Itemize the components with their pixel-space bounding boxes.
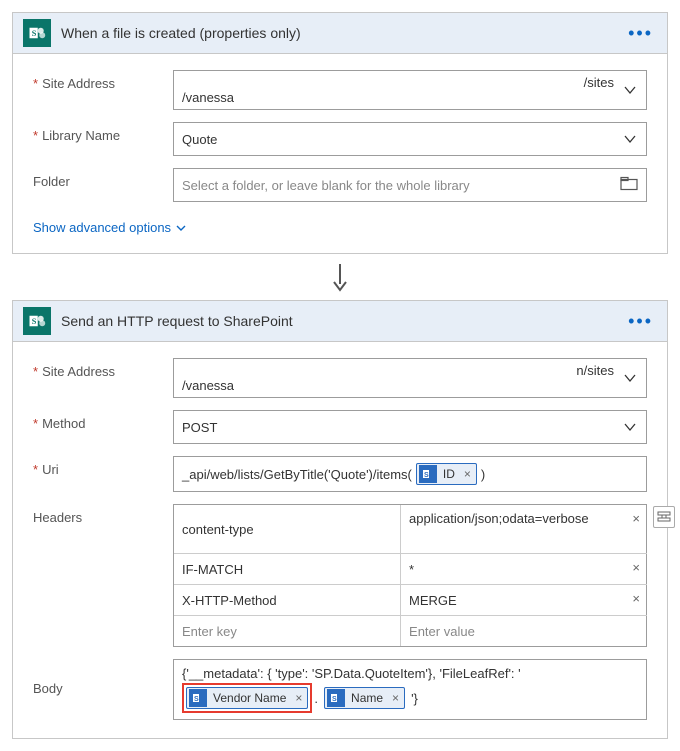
token-id[interactable]: S ID × bbox=[416, 463, 477, 485]
remove-row-icon[interactable]: × bbox=[632, 511, 640, 526]
body-label: Body bbox=[33, 659, 173, 696]
site-address-line1: n/sites bbox=[182, 363, 614, 378]
site-address-line1: /sites bbox=[182, 75, 614, 90]
method-label: Method bbox=[33, 410, 173, 431]
token-remove-icon[interactable]: × bbox=[292, 691, 305, 705]
card-title: When a file is created (properties only) bbox=[61, 25, 614, 41]
folder-input[interactable]: Select a folder, or leave blank for the … bbox=[173, 168, 647, 202]
sharepoint-icon: S bbox=[23, 19, 51, 47]
highlighted-token-area: S Vendor Name × bbox=[182, 683, 312, 713]
body-suffix: '} bbox=[411, 691, 418, 706]
body-mid: . bbox=[314, 691, 318, 706]
headers-table: content-type application/json;odata=verb… bbox=[173, 504, 647, 647]
uri-label: Uri bbox=[33, 456, 173, 477]
uri-suffix: ) bbox=[481, 467, 485, 482]
header-value-input[interactable]: application/json;odata=verbose × bbox=[401, 505, 647, 553]
header-row: content-type application/json;odata=verb… bbox=[174, 505, 647, 554]
svg-text:S: S bbox=[424, 472, 429, 479]
library-name-value: Quote bbox=[182, 132, 217, 147]
header-value-input[interactable]: * × bbox=[401, 554, 647, 584]
header-row: X-HTTP-Method MERGE × bbox=[174, 585, 647, 616]
library-name-dropdown[interactable]: Quote bbox=[173, 122, 647, 156]
header-key-input[interactable]: content-type bbox=[174, 505, 401, 553]
header-value-input[interactable]: Enter value bbox=[401, 616, 647, 646]
header-key-input[interactable]: X-HTTP-Method bbox=[174, 585, 401, 615]
sharepoint-icon: S bbox=[23, 307, 51, 335]
svg-text:S: S bbox=[32, 29, 37, 38]
chevron-down-icon bbox=[622, 82, 638, 98]
header-key-input[interactable]: IF-MATCH bbox=[174, 554, 401, 584]
token-remove-icon[interactable]: × bbox=[389, 691, 402, 705]
svg-text:S: S bbox=[32, 317, 37, 326]
folder-picker-icon[interactable] bbox=[620, 177, 638, 194]
card-menu-button[interactable]: ••• bbox=[624, 23, 657, 44]
header-key-input[interactable]: Enter key bbox=[174, 616, 401, 646]
card-title: Send an HTTP request to SharePoint bbox=[61, 313, 614, 329]
header-row: IF-MATCH * × bbox=[174, 554, 647, 585]
folder-placeholder: Select a folder, or leave blank for the … bbox=[182, 178, 470, 193]
chevron-down-icon bbox=[622, 419, 638, 435]
sharepoint-token-icon: S bbox=[189, 689, 207, 707]
card-header: S Send an HTTP request to SharePoint ••• bbox=[13, 301, 667, 342]
trigger-card: S When a file is created (properties onl… bbox=[12, 12, 668, 254]
chevron-down-icon bbox=[622, 370, 638, 386]
card-menu-button[interactable]: ••• bbox=[624, 311, 657, 332]
card-header: S When a file is created (properties onl… bbox=[13, 13, 667, 54]
token-remove-icon[interactable]: × bbox=[461, 467, 474, 481]
body-input[interactable]: {'__metadata': { 'type': 'SP.Data.QuoteI… bbox=[173, 659, 647, 720]
svg-text:S: S bbox=[194, 696, 199, 703]
method-dropdown[interactable]: POST bbox=[173, 410, 647, 444]
show-advanced-options-link[interactable]: Show advanced options bbox=[33, 220, 187, 235]
site-address-label: Site Address bbox=[33, 358, 173, 379]
remove-row-icon[interactable]: × bbox=[632, 560, 640, 575]
action-card: S Send an HTTP request to SharePoint •••… bbox=[12, 300, 668, 739]
site-address-line2: /vanessa bbox=[182, 90, 614, 105]
site-address-dropdown[interactable]: n/sites /vanessa bbox=[173, 358, 647, 398]
site-address-label: Site Address bbox=[33, 70, 173, 91]
sharepoint-token-icon: S bbox=[419, 465, 437, 483]
switch-to-text-mode-button[interactable] bbox=[653, 506, 675, 528]
card-body: Site Address n/sites /vanessa Method POS… bbox=[13, 342, 667, 738]
sharepoint-token-icon: S bbox=[327, 689, 345, 707]
remove-row-icon[interactable]: × bbox=[632, 591, 640, 606]
header-value-input[interactable]: MERGE × bbox=[401, 585, 647, 615]
site-address-line2: /vanessa bbox=[182, 378, 614, 393]
chevron-down-icon bbox=[175, 222, 187, 234]
uri-prefix: _api/web/lists/GetByTitle('Quote')/items… bbox=[182, 467, 412, 482]
header-row-new: Enter key Enter value bbox=[174, 616, 647, 646]
flow-arrow-icon bbox=[12, 254, 668, 300]
library-name-label: Library Name bbox=[33, 122, 173, 143]
method-value: POST bbox=[182, 420, 217, 435]
folder-label: Folder bbox=[33, 168, 173, 189]
headers-label: Headers bbox=[33, 504, 173, 525]
svg-text:S: S bbox=[332, 696, 337, 703]
token-vendor-name[interactable]: S Vendor Name × bbox=[186, 687, 308, 709]
body-prefix: {'__metadata': { 'type': 'SP.Data.QuoteI… bbox=[182, 666, 638, 681]
uri-input[interactable]: _api/web/lists/GetByTitle('Quote')/items… bbox=[173, 456, 647, 492]
token-name[interactable]: S Name × bbox=[324, 687, 405, 709]
chevron-down-icon bbox=[622, 131, 638, 147]
site-address-dropdown[interactable]: /sites /vanessa bbox=[173, 70, 647, 110]
card-body: Site Address /sites /vanessa Library Nam… bbox=[13, 54, 667, 253]
